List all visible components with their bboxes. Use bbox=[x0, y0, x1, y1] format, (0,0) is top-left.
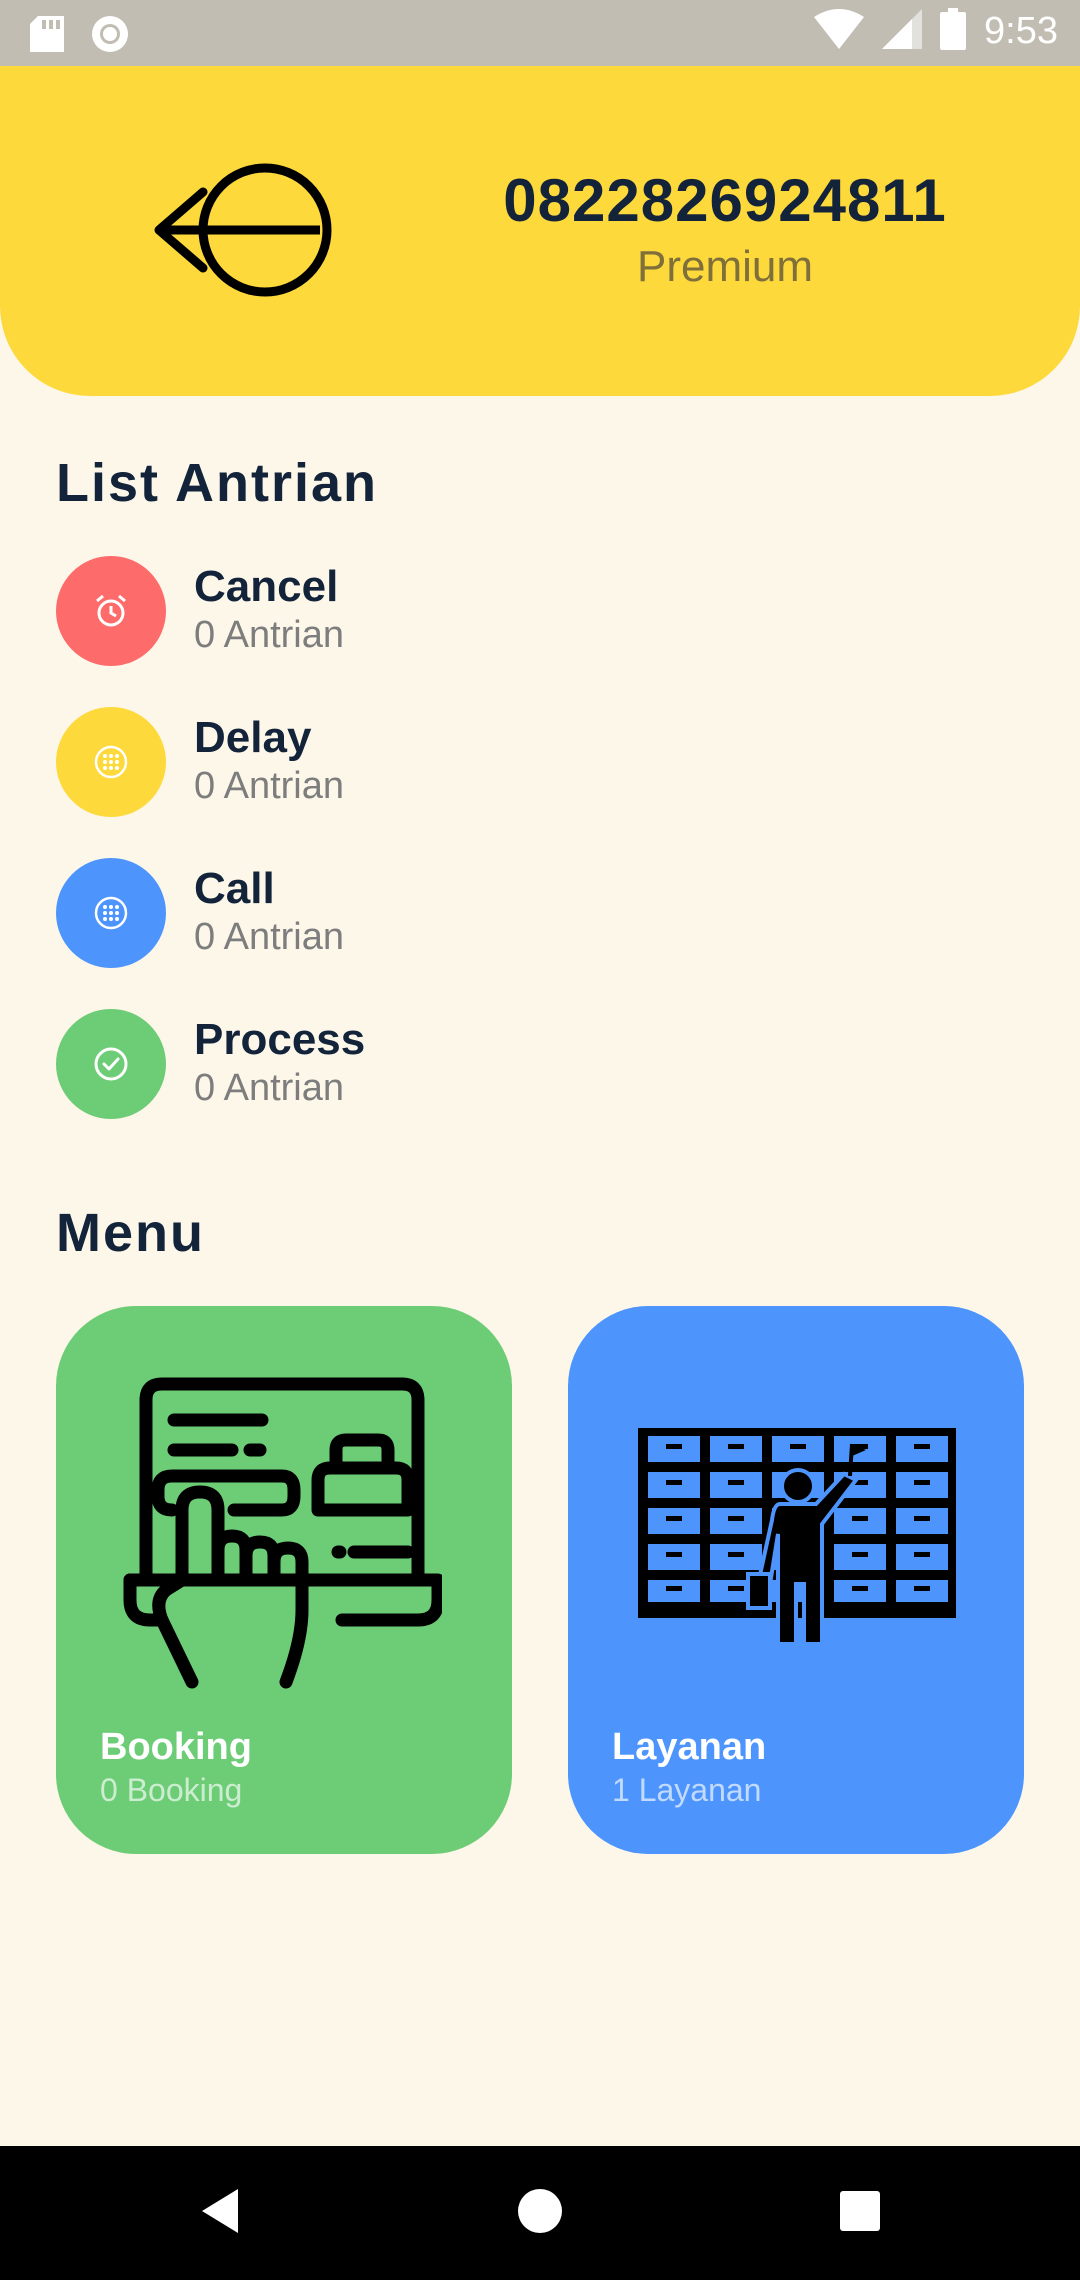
card-subtitle: 0 Booking bbox=[100, 1772, 243, 1808]
status-time: 9:53 bbox=[984, 10, 1058, 52]
battery-icon bbox=[940, 8, 967, 55]
archive-service-icon bbox=[634, 1424, 958, 1651]
queue-count: 0 Antrian bbox=[194, 916, 344, 958]
queue-label: Delay bbox=[194, 713, 312, 762]
logout-button[interactable] bbox=[145, 158, 355, 308]
card-title: Booking bbox=[100, 1726, 252, 1768]
status-bar: 9:53 bbox=[0, 0, 1080, 66]
alarm-icon bbox=[56, 556, 166, 666]
layanan-card[interactable]: Layanan 1 Layanan bbox=[568, 1306, 1024, 1854]
profile-header: 0822826924811 Premium bbox=[0, 66, 1080, 396]
queue-count: 0 Antrian bbox=[194, 614, 344, 656]
queue-count: 0 Antrian bbox=[194, 1067, 344, 1109]
menu-section-title: Menu bbox=[56, 1203, 205, 1263]
sync-icon bbox=[90, 14, 130, 59]
queue-item-call[interactable]: Call 0 Antrian bbox=[56, 858, 556, 970]
logout-icon bbox=[145, 163, 355, 312]
booking-laptop-icon bbox=[122, 1370, 445, 1705]
check-circle-icon bbox=[56, 1009, 166, 1119]
queue-label: Cancel bbox=[194, 562, 339, 611]
card-title: Layanan bbox=[612, 1726, 767, 1768]
booking-card[interactable]: Booking 0 Booking bbox=[56, 1306, 512, 1854]
queue-label: Call bbox=[194, 864, 275, 913]
dialpad-icon bbox=[56, 858, 166, 968]
card-subtitle: 1 Layanan bbox=[612, 1772, 762, 1808]
queue-item-cancel[interactable]: Cancel 0 Antrian bbox=[56, 556, 556, 668]
back-icon bbox=[198, 2187, 242, 2240]
queue-label: Process bbox=[194, 1015, 366, 1064]
queue-item-delay[interactable]: Delay 0 Antrian bbox=[56, 707, 556, 819]
nav-home-button[interactable] bbox=[460, 2146, 620, 2280]
nav-recents-button[interactable] bbox=[780, 2146, 940, 2280]
home-icon bbox=[517, 2188, 563, 2239]
queue-count: 0 Antrian bbox=[194, 765, 344, 807]
phone-number: 0822826924811 bbox=[503, 167, 947, 234]
nav-back-button[interactable] bbox=[140, 2146, 300, 2280]
dialpad-icon bbox=[56, 707, 166, 817]
navigation-bar bbox=[0, 2146, 1080, 2280]
cell-signal-icon bbox=[882, 9, 923, 54]
recents-icon bbox=[839, 2190, 881, 2237]
queue-item-process[interactable]: Process 0 Antrian bbox=[56, 1009, 556, 1121]
account-plan: Premium bbox=[636, 242, 814, 291]
sd-card-icon bbox=[30, 16, 64, 57]
wifi-icon bbox=[814, 9, 865, 54]
queue-section-title: List Antrian bbox=[56, 453, 379, 513]
